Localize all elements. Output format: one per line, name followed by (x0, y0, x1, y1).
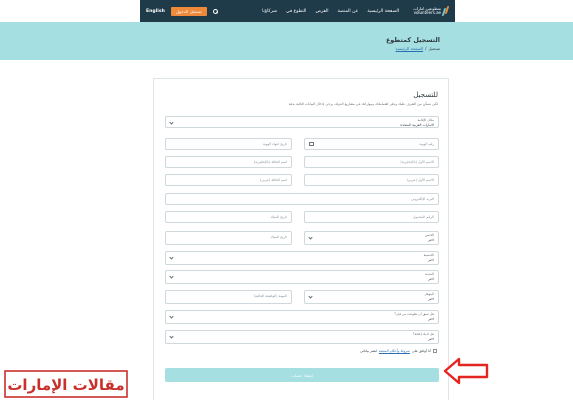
volunteered-before-select[interactable]: هل سبق أن تطوعت من قبل؟ اختر (165, 310, 439, 324)
breadcrumb-current: تسجيل (428, 46, 441, 51)
site-logo[interactable]: متطوعين.امارات volunteers.ae (413, 6, 449, 16)
education-select[interactable]: المؤهل اختر (304, 290, 439, 304)
chevron-down-icon (308, 235, 313, 240)
phone-input[interactable]: الرقم المحمول (304, 211, 439, 223)
search-icon[interactable] (212, 8, 218, 14)
logo-icon (441, 6, 449, 16)
email-input[interactable]: البريد الإلكتروني (165, 193, 439, 205)
form-title: للتسجيل (413, 91, 438, 99)
terms-checkbox[interactable] (433, 349, 437, 353)
create-account-button[interactable]: إنشاء حساب (165, 368, 439, 382)
form-subtitle: لكي نتمكن من التعرف عليك وعلى اهتماماتك … (288, 102, 438, 106)
nav-opportunities[interactable]: الفرص (315, 9, 328, 14)
id-number-input[interactable]: رقم الهوية (304, 138, 439, 150)
gender-select[interactable]: الجنس اختر (304, 231, 439, 245)
chevron-down-icon (169, 120, 174, 125)
language-switch[interactable]: English (146, 9, 165, 14)
nav-volunteer-in[interactable]: التطوع في (286, 9, 306, 14)
arrow-annotation-icon (443, 357, 489, 385)
svg-text:مقالات الإمارات: مقالات الإمارات (7, 376, 124, 394)
registration-card: للتسجيل لكي نتمكن من التعرف عليك وعلى اه… (153, 78, 449, 400)
id-expiry-input[interactable]: تاريخ انتهاء الهوية (165, 138, 292, 150)
chevron-down-icon (169, 314, 174, 319)
page-banner: التسجيل كمتطوع تسجيل / الصفحة الرئيسية (0, 22, 573, 60)
occupation-input[interactable]: المهنة (الوظيفة الحالية) (165, 290, 292, 304)
nationality-select[interactable]: الجنسية اختر (165, 251, 439, 265)
terms-row: أنا أوافق على شروط وأحكام المنصة لنشر بي… (360, 349, 437, 353)
city-select[interactable]: المدينة اختر (165, 270, 439, 284)
watermark-logo: مقالات الإمارات (4, 370, 128, 398)
terms-suffix: لنشر بياناتي (360, 349, 377, 353)
birth-date-input[interactable]: تاريخ الميلاد (165, 211, 292, 223)
site-header: متطوعين.امارات volunteers.ae الصفحة الرئ… (140, 0, 455, 22)
chevron-down-icon (169, 334, 174, 339)
last-name-en-input[interactable]: اسم العائلة (بالإنجليزية) (165, 156, 292, 168)
chevron-down-icon (169, 274, 174, 279)
nav-home[interactable]: الصفحة الرئيسية (367, 9, 399, 14)
residence-select[interactable]: مكان الإقامة الامارات العربية المتحدة (165, 116, 439, 128)
first-name-ar-input[interactable]: الاسم الأول (عربي) (304, 174, 439, 186)
main-nav: الصفحة الرئيسية عن المنصة الفرص التطوع ف… (262, 9, 399, 14)
last-name-ar-input[interactable]: اسم العائلة (عربي) (165, 174, 292, 186)
terms-link[interactable]: شروط وأحكام المنصة (379, 349, 410, 353)
page-title: التسجيل كمتطوع (385, 36, 440, 44)
chevron-down-icon (169, 255, 174, 260)
first-name-en-input[interactable]: الاسم الأول (بالإنجليزية) (304, 156, 439, 168)
breadcrumb-home[interactable]: الصفحة الرئيسية (396, 46, 424, 51)
breadcrumb: تسجيل / الصفحة الرئيسية (395, 46, 441, 51)
id-card-icon (309, 142, 314, 146)
login-button[interactable]: تسجيل الدخول (170, 6, 207, 16)
logo-text-en: volunteers.ae (413, 10, 441, 15)
nav-partners[interactable]: شركاؤنا (262, 9, 277, 14)
birth-date-picker[interactable]: تاريخ الميلاد (165, 231, 292, 245)
chevron-down-icon (308, 294, 313, 299)
nav-about[interactable]: عن المنصة (338, 9, 359, 14)
terms-prefix: أنا أوافق على (411, 349, 431, 353)
disability-select[interactable]: هل لديك إعاقة؟ اختر (165, 330, 439, 344)
